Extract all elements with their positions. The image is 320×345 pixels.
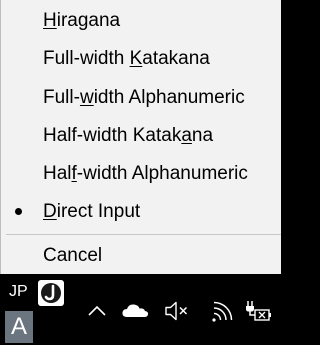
menu-item-label-pre: Hal <box>43 163 72 184</box>
ime-language-indicator[interactable]: JP <box>9 283 28 301</box>
menu-item-label-post: atakana <box>142 48 210 69</box>
menu-separator <box>6 234 281 235</box>
menu-item-accelerator: H <box>43 10 57 31</box>
menu-item-half-width-alphanumeric[interactable]: Half-width Alphanumeric <box>0 155 281 193</box>
show-hidden-icons-chevron-icon[interactable] <box>82 296 112 326</box>
menu-item-accelerator: a <box>181 125 192 146</box>
battery-charging-icon[interactable] <box>243 296 273 326</box>
menu-item-direct-input[interactable]: Direct Input <box>0 193 281 231</box>
menu-item-accelerator: K <box>129 48 143 69</box>
radio-bullet-icon <box>15 208 22 215</box>
speaker-muted-icon[interactable] <box>162 296 192 326</box>
menu-item-label-pre: Half-width Katak <box>43 125 182 146</box>
ime-app-icon[interactable] <box>38 280 64 306</box>
screen: Hiragana Full-width Katakana Full-width … <box>0 0 281 345</box>
ime-mode-button[interactable]: A <box>5 311 33 343</box>
menu-item-half-width-katakana[interactable]: Half-width Katakana <box>0 117 281 155</box>
menu-item-label-post: iragana <box>56 10 121 31</box>
menu-item-cancel[interactable]: Cancel <box>0 237 281 275</box>
menu-item-hiragana[interactable]: Hiragana <box>0 2 281 40</box>
menu-item-full-width-katakana[interactable]: Full-width Katakana <box>0 40 281 78</box>
wifi-icon[interactable] <box>208 296 238 326</box>
menu-item-label-pre: Full- <box>43 87 80 108</box>
menu-item-label-post: idth Alphanumeric <box>93 87 245 108</box>
menu-item-full-width-alphanumeric[interactable]: Full-width Alphanumeric <box>0 79 281 117</box>
ime-context-menu: Hiragana Full-width Katakana Full-width … <box>0 0 281 274</box>
menu-item-label: Cancel <box>43 245 103 266</box>
menu-item-label-post: -width Alphanumeric <box>76 163 248 184</box>
menu-item-label-pre: Full-width <box>43 48 130 69</box>
menu-item-accelerator: w <box>79 87 94 108</box>
menu-item-accelerator: D <box>43 201 57 222</box>
menu-item-label-post: na <box>191 125 214 146</box>
taskbar: JP A <box>0 274 281 345</box>
onedrive-cloud-icon[interactable] <box>120 296 150 326</box>
menu-item-label-post: irect Input <box>56 201 141 222</box>
